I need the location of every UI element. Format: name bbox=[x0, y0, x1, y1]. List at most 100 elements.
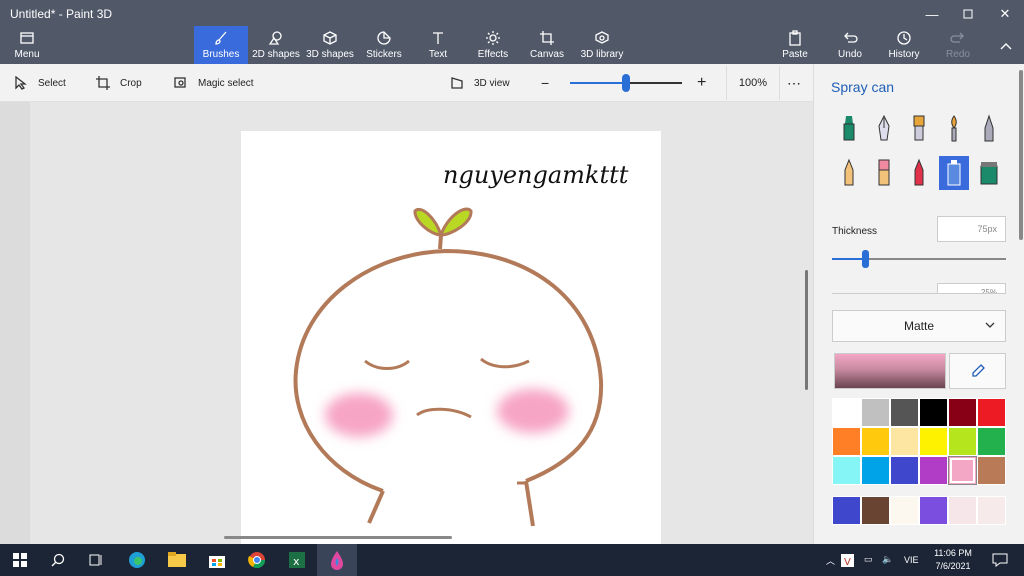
excel-app[interactable]: x bbox=[277, 544, 317, 576]
crop-tool[interactable]: Crop bbox=[96, 64, 142, 102]
color-swatch[interactable] bbox=[919, 456, 948, 485]
color-swatch[interactable] bbox=[948, 398, 977, 427]
title-ribbon-bar: Untitled* - Paint 3D — ✕ Menu Brushes 2D… bbox=[0, 0, 1024, 64]
color-swatch[interactable] bbox=[861, 456, 890, 485]
crayon-brush[interactable] bbox=[904, 156, 934, 190]
file-explorer-app[interactable] bbox=[157, 544, 197, 576]
3d-view-toggle[interactable]: 3D view bbox=[450, 64, 510, 102]
tab-2d-shapes[interactable]: 2D shapes bbox=[251, 30, 301, 64]
signature-text: nguyengamkttt bbox=[443, 161, 629, 189]
zoom-slider-thumb[interactable] bbox=[622, 74, 630, 92]
notification-icon bbox=[992, 553, 1008, 567]
taskbar-clock[interactable]: 11:06 PM 7/6/2021 bbox=[928, 547, 978, 573]
custom-color-swatch[interactable] bbox=[861, 496, 890, 525]
color-swatch[interactable] bbox=[832, 398, 861, 427]
select-tool[interactable]: Select bbox=[14, 64, 66, 102]
store-app[interactable] bbox=[197, 544, 237, 576]
more-options-button[interactable]: ⋯ bbox=[787, 64, 801, 102]
paste-button[interactable]: Paste bbox=[780, 30, 810, 64]
zoom-level[interactable]: 100% bbox=[726, 66, 780, 100]
oil-brush-icon bbox=[913, 115, 925, 141]
custom-color-swatch[interactable] bbox=[919, 496, 948, 525]
color-swatch[interactable] bbox=[977, 456, 1006, 485]
tray-chevron-icon[interactable]: ︿ bbox=[826, 554, 835, 567]
menu-button[interactable]: Menu bbox=[10, 30, 44, 64]
svg-text:x: x bbox=[293, 555, 300, 568]
chrome-app[interactable] bbox=[237, 544, 277, 576]
pencil-brush[interactable] bbox=[834, 156, 864, 190]
language-indicator[interactable]: VIE bbox=[904, 555, 919, 565]
color-swatch[interactable] bbox=[890, 398, 919, 427]
tray-app-icon[interactable]: V bbox=[836, 544, 858, 576]
close-button[interactable]: ✕ bbox=[987, 4, 1023, 24]
color-swatch[interactable] bbox=[832, 456, 861, 485]
watercolor-brush[interactable] bbox=[939, 112, 969, 146]
chrome-icon bbox=[248, 552, 266, 569]
fill-brush[interactable] bbox=[974, 156, 1004, 190]
vertical-scrollbar[interactable] bbox=[805, 270, 808, 390]
task-view-button[interactable] bbox=[76, 544, 116, 576]
color-swatch[interactable] bbox=[890, 456, 919, 485]
collapse-ribbon-button[interactable] bbox=[988, 36, 1024, 56]
custom-color-swatch[interactable] bbox=[832, 496, 861, 525]
history-button[interactable]: History bbox=[886, 30, 922, 64]
color-swatch[interactable] bbox=[948, 456, 977, 485]
eraser-brush[interactable] bbox=[869, 156, 899, 190]
thickness-input[interactable]: 75px bbox=[937, 216, 1006, 242]
paint3d-app[interactable] bbox=[317, 544, 357, 576]
v-badge-icon: V bbox=[840, 553, 854, 567]
custom-color-swatch[interactable] bbox=[948, 496, 977, 525]
tab-text[interactable]: Text bbox=[420, 30, 456, 64]
color-swatch[interactable] bbox=[919, 398, 948, 427]
calligraphy-pen-brush[interactable] bbox=[869, 112, 899, 146]
opacity-input[interactable]: 25% bbox=[937, 283, 1006, 293]
color-swatch[interactable] bbox=[832, 427, 861, 456]
search-button[interactable] bbox=[38, 544, 78, 576]
spray-can-brush[interactable] bbox=[939, 156, 969, 190]
custom-color-swatch[interactable] bbox=[890, 496, 919, 525]
tab-3d-shapes[interactable]: 3D shapes bbox=[305, 30, 355, 64]
oil-brush[interactable] bbox=[904, 112, 934, 146]
zoom-out-button[interactable]: − bbox=[541, 64, 549, 102]
marker-brush[interactable] bbox=[834, 112, 864, 146]
color-swatch[interactable] bbox=[948, 427, 977, 456]
tab-label: Canvas bbox=[530, 49, 564, 60]
tab-effects[interactable]: Effects bbox=[472, 30, 514, 64]
minimize-button[interactable]: — bbox=[914, 4, 950, 24]
tab-3d-library[interactable]: 3D library bbox=[580, 30, 624, 64]
color-swatch[interactable] bbox=[890, 427, 919, 456]
finish-dropdown[interactable]: Matte bbox=[832, 310, 1006, 342]
thickness-slider[interactable] bbox=[832, 250, 1006, 268]
tab-brushes[interactable]: Brushes bbox=[194, 26, 248, 64]
effects-icon bbox=[486, 31, 500, 45]
magic-select-tool[interactable]: Magic select bbox=[174, 64, 254, 102]
start-button[interactable] bbox=[0, 544, 40, 576]
tab-canvas[interactable]: Canvas bbox=[528, 30, 566, 64]
fill-bucket-icon bbox=[980, 162, 998, 185]
color-swatch[interactable] bbox=[977, 427, 1006, 456]
zoom-in-button[interactable]: + bbox=[697, 64, 706, 102]
drawing-canvas[interactable]: nguyengamkttt bbox=[241, 131, 661, 544]
tab-stickers[interactable]: Stickers bbox=[362, 30, 406, 64]
color-swatch[interactable] bbox=[861, 398, 890, 427]
edge-app[interactable] bbox=[117, 544, 157, 576]
custom-color-swatch[interactable] bbox=[977, 496, 1006, 525]
color-swatch[interactable] bbox=[977, 398, 1006, 427]
panel-scrollbar[interactable] bbox=[1019, 70, 1023, 240]
taskbar: x ︿ V ▭ 🔈 VIE 11:06 PM 7/6/2021 bbox=[0, 544, 1024, 576]
undo-button[interactable]: Undo bbox=[835, 30, 865, 64]
tray-device-icon[interactable]: ▭ bbox=[864, 554, 873, 565]
horizontal-scrollbar[interactable] bbox=[224, 536, 452, 539]
notifications-button[interactable] bbox=[986, 544, 1014, 576]
eyedropper-button[interactable] bbox=[949, 353, 1006, 389]
color-swatch[interactable] bbox=[861, 427, 890, 456]
calligraphy-pen-icon bbox=[878, 114, 890, 141]
redo-button[interactable]: Redo bbox=[944, 30, 972, 64]
thickness-slider-thumb[interactable] bbox=[862, 250, 870, 268]
zoom-slider[interactable] bbox=[570, 74, 682, 92]
pixel-pen-brush[interactable] bbox=[974, 112, 1004, 146]
current-color-preview[interactable] bbox=[834, 353, 946, 389]
maximize-button[interactable] bbox=[950, 4, 986, 24]
color-swatch[interactable] bbox=[919, 427, 948, 456]
speaker-icon[interactable]: 🔈 bbox=[882, 554, 893, 565]
